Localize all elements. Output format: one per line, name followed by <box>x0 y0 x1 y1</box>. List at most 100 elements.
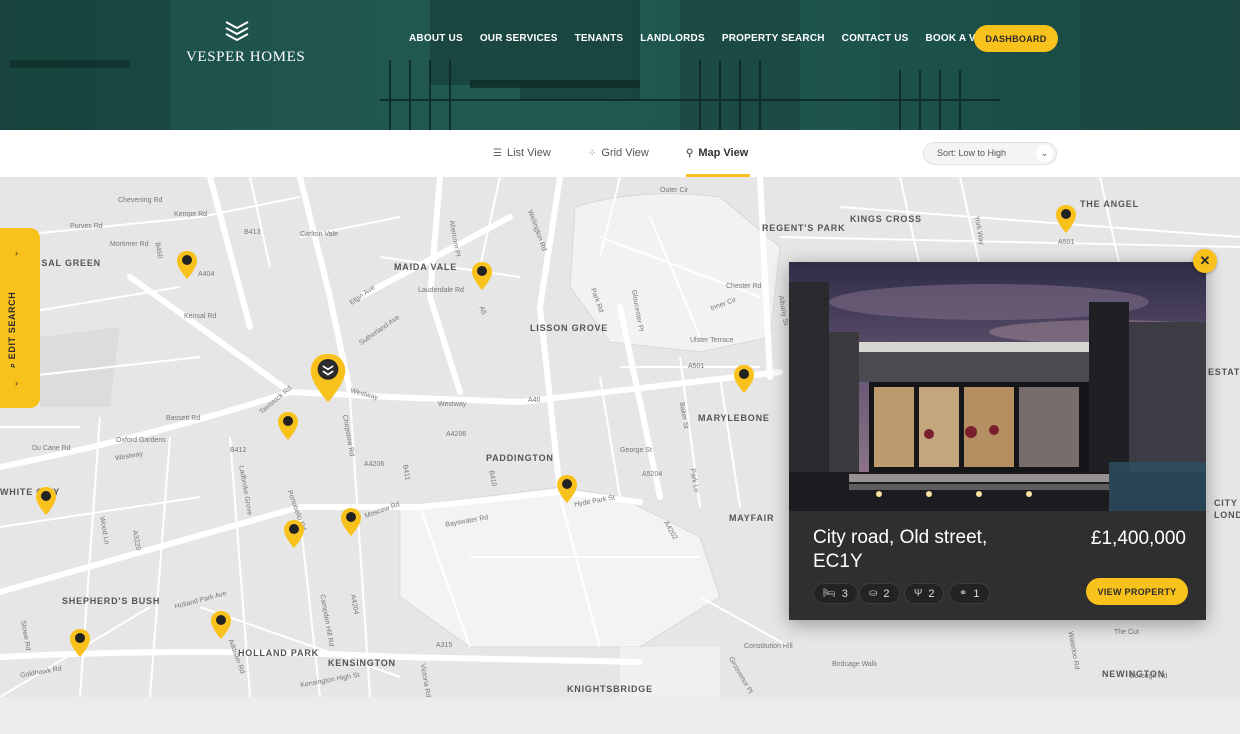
property-photo-image <box>789 262 1206 511</box>
area-label-shepherds-bush: SHEPHERD'S BUSH <box>62 596 161 606</box>
page-footer-strip <box>0 697 1240 734</box>
nav-contact-us[interactable]: CONTACT US <box>842 33 909 44</box>
tab-grid-label: Grid View <box>601 147 649 159</box>
map-marker-icon[interactable] <box>733 364 755 394</box>
tab-map-view[interactable]: ⚲ Map View <box>686 147 748 159</box>
property-popup-card: City road, Old street, EC1Y £1,400,000 🛏… <box>789 262 1206 620</box>
map-pin-icon: ⚲ <box>686 147 694 159</box>
street-label: Kensal Rd <box>184 313 217 320</box>
nav-about-us[interactable]: ABOUT US <box>409 33 463 44</box>
bike-icon: ⚭ <box>959 588 968 599</box>
property-price: £1,400,000 <box>1090 528 1186 549</box>
feature-bike-value: 1 <box>973 587 980 600</box>
street-label: Purves Rd <box>70 223 103 230</box>
street-label: Bassett Rd <box>166 415 201 422</box>
street-label: B412 <box>230 447 247 454</box>
street-label: George St <box>620 447 652 454</box>
street-label: A5204 <box>642 471 663 478</box>
tab-list-view[interactable]: ☰ List View <box>493 147 551 159</box>
street-label: Chevening Rd <box>118 197 163 204</box>
tab-map-label: Map View <box>698 147 749 159</box>
street-label: A4206 <box>446 431 467 438</box>
street-label: A315 <box>436 642 453 649</box>
area-label-knightsbridge: KNIGHTSBRIDGE <box>567 684 653 694</box>
feature-bike: ⚭ 1 <box>949 583 990 604</box>
area-label-kings-cross: KINGS CROSS <box>850 214 922 224</box>
sort-select[interactable]: Sort: Low to High ⌄ <box>923 142 1057 165</box>
area-label-lisson-grove: LISSON GROVE <box>530 323 609 333</box>
dashboard-button[interactable]: DASHBOARD <box>974 25 1058 52</box>
map-marker-icon[interactable] <box>556 474 578 504</box>
feature-bathrooms: ⛀ 2 <box>859 583 900 604</box>
nav-tenants[interactable]: TENANTS <box>575 33 624 44</box>
dining-icon: Ψ <box>914 588 923 599</box>
area-label-city-london: CITY LONDON <box>1214 498 1240 520</box>
area-label-the-angel: THE ANGEL <box>1080 199 1139 209</box>
edit-search-text: EDIT SEARCH <box>7 291 17 360</box>
map-marker-icon[interactable] <box>69 628 91 658</box>
feature-dining: Ψ 2 <box>904 583 945 604</box>
street-label: A4206 <box>364 461 385 468</box>
bath-icon: ⛀ <box>869 588 878 599</box>
street-label: Lauderdale Rd <box>418 287 464 294</box>
nav-our-services[interactable]: OUR SERVICES <box>480 33 558 44</box>
street-label: A501 <box>1058 239 1075 246</box>
list-icon: ☰ <box>493 147 502 159</box>
map-marker-icon[interactable] <box>340 507 362 537</box>
view-toolbar: ☰ List View ⁘ Grid View ⚲ Map View Sort:… <box>0 130 1240 177</box>
street-label: Constitution Hill <box>744 643 793 650</box>
brand-name: VESPER HOMES <box>186 49 306 65</box>
feature-bathrooms-value: 2 <box>883 587 890 600</box>
chevron-down-icon: ⌄ <box>1036 145 1053 162</box>
map-marker-icon[interactable] <box>471 261 493 291</box>
feature-bedrooms-value: 3 <box>841 587 848 600</box>
property-photo[interactable] <box>789 262 1206 511</box>
site-header: VESPER HOMES ABOUT US OUR SERVICES TENAN… <box>0 0 1240 130</box>
edit-search-tab[interactable]: › ⌕ EDIT SEARCH › <box>0 228 40 408</box>
bed-icon: 🛏 <box>823 588 836 599</box>
feature-dining-value: 2 <box>928 587 935 600</box>
area-label-mayfair: MAYFAIR <box>729 513 775 523</box>
street-label: Du Cane Rd <box>32 445 71 452</box>
grid-icon: ⁘ <box>588 147 597 159</box>
area-label-kensington: KENSINGTON <box>328 658 396 668</box>
chevron-right-icon: › <box>15 248 18 258</box>
close-icon[interactable]: ✕ <box>1193 249 1217 273</box>
area-label-holland-park: HOLLAND PARK <box>238 648 319 658</box>
street-label: A404 <box>198 271 215 278</box>
property-title[interactable]: City road, Old street, EC1Y <box>813 526 1013 574</box>
map-marker-icon[interactable] <box>210 610 232 640</box>
map-marker-icon[interactable] <box>283 519 305 549</box>
street-label: Borough Rd <box>1130 673 1168 680</box>
view-property-button[interactable]: VIEW PROPERTY <box>1086 578 1188 605</box>
street-label: Oxford Gardens <box>116 437 166 444</box>
area-label-estate: ESTATE <box>1208 367 1240 377</box>
street-label: Kempe Rd <box>174 211 208 218</box>
nav-property-search[interactable]: PROPERTY SEARCH <box>722 33 825 44</box>
feature-bedrooms: 🛏 3 <box>813 583 858 604</box>
chevron-logo-icon <box>225 21 249 42</box>
street-label: Ulster Terrace <box>690 337 734 344</box>
area-label-maida-vale: MAIDA VALE <box>394 262 457 272</box>
search-icon: ⌕ <box>7 359 17 368</box>
selected-property-marker-icon[interactable] <box>309 352 347 404</box>
street-label: Carlton Vale <box>300 231 339 238</box>
map-marker-icon[interactable] <box>176 250 198 280</box>
nav-landlords[interactable]: LANDLORDS <box>640 33 705 44</box>
sort-value: Sort: Low to High <box>937 148 1007 158</box>
street-label: A40 <box>528 397 541 404</box>
street-label: B413 <box>244 229 261 236</box>
tab-list-label: List View <box>506 147 551 159</box>
area-label-regents-park: REGENT'S PARK <box>762 223 846 233</box>
edit-search-label: ⌕ EDIT SEARCH <box>7 292 18 368</box>
main-nav: ABOUT US OUR SERVICES TENANTS LANDLORDS … <box>409 33 1031 44</box>
map-marker-icon[interactable] <box>1055 204 1077 234</box>
map-marker-icon[interactable] <box>277 411 299 441</box>
street-label: Outer Cir <box>660 187 689 194</box>
tab-grid-view[interactable]: ⁘ Grid View <box>588 147 649 159</box>
street-label: Chester Rd <box>726 283 762 290</box>
street-label: Birdcage Walk <box>832 661 877 668</box>
street-label: A501 <box>688 363 705 370</box>
street-label: Mortimer Rd <box>110 241 149 248</box>
map-marker-icon[interactable] <box>35 486 57 516</box>
